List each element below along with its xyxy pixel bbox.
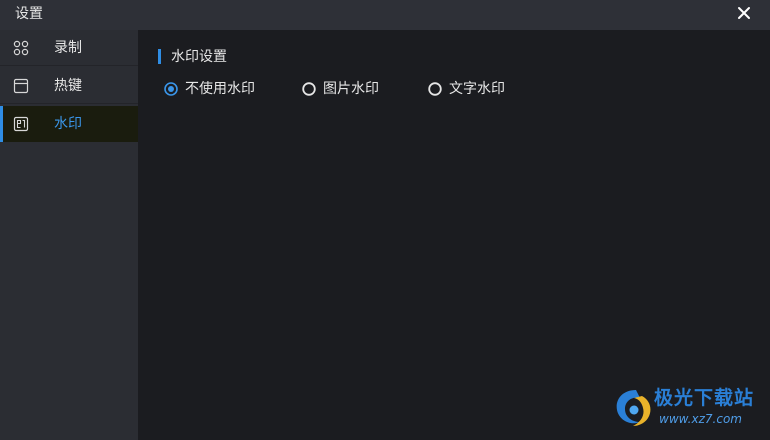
watermark-icon [13, 116, 29, 132]
section-accent-bar [158, 49, 161, 64]
radio-unselected-icon[interactable] [302, 82, 316, 96]
sidebar-item-label: 热键 [54, 78, 82, 94]
watermark-url-text: www.xz7.com [659, 412, 742, 426]
active-indicator [0, 106, 3, 142]
close-button[interactable] [736, 5, 752, 21]
swirl-logo-icon [616, 390, 651, 426]
watermark-settings-panel: 水印设置 不使用水印 图片水印 文字水印 [138, 30, 770, 440]
radio-label: 不使用水印 [185, 81, 255, 97]
window-title: 设置 [15, 6, 43, 22]
section-title: 水印设置 [171, 49, 227, 65]
settings-window: 设置 录制 热键 水印 水印设置 不使用水印 图片水印 文字水印 极光下载站 w… [0, 0, 770, 440]
sidebar-item-record[interactable]: 录制 [0, 30, 138, 66]
grid-icon [13, 40, 29, 56]
site-watermark-logo: 极光下载站 www.xz7.com [612, 384, 762, 434]
sidebar-item-watermark[interactable]: 水印 [0, 106, 138, 142]
watermark-brand-text: 极光下载站 [654, 387, 755, 409]
radio-unselected-icon[interactable] [428, 82, 442, 96]
radio-label: 图片水印 [323, 81, 379, 97]
close-icon [738, 7, 750, 19]
sidebar-item-hotkey[interactable]: 热键 [0, 68, 138, 104]
window-icon [13, 78, 29, 94]
sidebar: 录制 热键 水印 [0, 30, 138, 440]
sidebar-item-label: 录制 [54, 40, 82, 56]
radio-label: 文字水印 [449, 81, 505, 97]
title-bar[interactable]: 设置 [0, 0, 770, 30]
sidebar-item-label: 水印 [54, 116, 82, 132]
radio-selected-icon[interactable] [164, 82, 178, 96]
